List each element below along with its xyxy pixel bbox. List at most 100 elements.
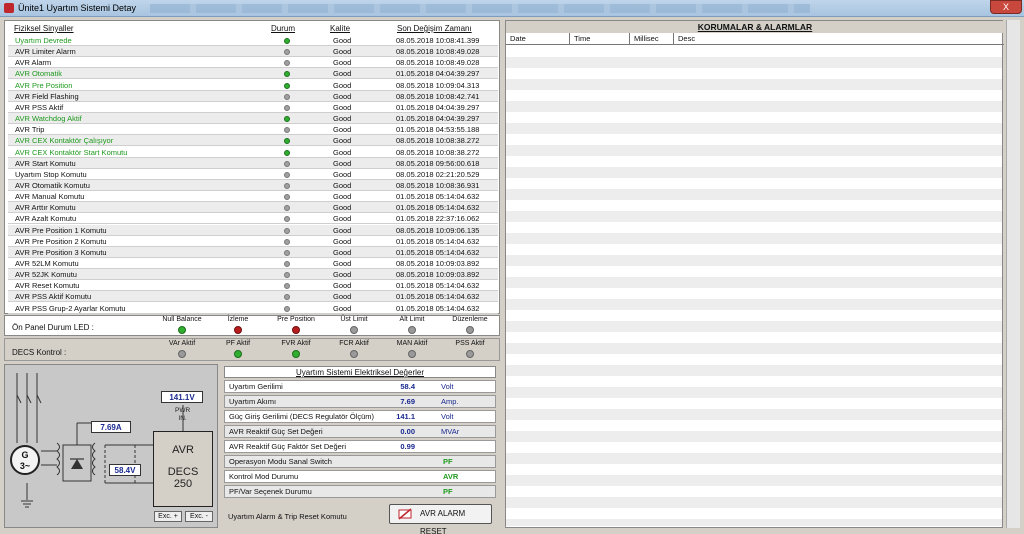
table-row[interactable]: AVR Otomatik Good 01.05.2018 04:04:39.297 bbox=[8, 68, 498, 80]
value-number: 0.99 bbox=[400, 442, 415, 451]
state-led-icon bbox=[284, 205, 290, 212]
signal-time: 08.05.2018 10:08:49.028 bbox=[396, 47, 480, 57]
value-number: 0.00 bbox=[400, 427, 415, 436]
table-row[interactable]: AVR Limiter Alarm Good 08.05.2018 10:08:49… bbox=[8, 46, 498, 58]
value-label: AVR Reaktif Güç Set Değeri bbox=[229, 427, 323, 436]
state-led-icon bbox=[284, 283, 290, 290]
state-led-icon bbox=[284, 194, 290, 201]
signal-time: 08.05.2018 10:08:41.399 bbox=[396, 36, 480, 45]
table-row[interactable]: AVR Pre Position 2 Komutu Good 01.05.2018 … bbox=[8, 236, 498, 247]
alarm-col-desc[interactable]: Desc bbox=[674, 33, 1004, 45]
table-row[interactable]: Uyartım Devrede Good 08.05.2018 10:08:41.3… bbox=[8, 35, 498, 46]
avr-line-2: DECS bbox=[167, 466, 199, 478]
signal-time: 01.05.2018 05:14:04.632 bbox=[396, 281, 480, 291]
value-label: AVR Reaktif Güç Faktör Set Değeri bbox=[229, 442, 346, 451]
table-row[interactable]: AVR Reset Komutu Good 01.05.2018 05:14:04.… bbox=[8, 280, 498, 292]
state-led-icon bbox=[284, 305, 290, 312]
reset-icon bbox=[398, 508, 412, 520]
signal-name: AVR CEX Kontaktör Çalışıyor bbox=[15, 136, 114, 146]
state-led-icon bbox=[284, 116, 290, 123]
close-button[interactable]: X bbox=[990, 0, 1022, 14]
signal-time: 08.05.2018 10:08:38.272 bbox=[396, 136, 480, 146]
signal-name: AVR Reset Komutu bbox=[15, 281, 80, 291]
table-row[interactable]: AVR Pre Position 3 Komutu Good 01.05.2018 … bbox=[8, 246, 498, 258]
exc-minus-button[interactable]: Exc. - bbox=[185, 511, 213, 522]
table-row[interactable]: AVR Manual Komutu Good 01.05.2018 05:14:04… bbox=[8, 191, 498, 203]
generator-phase: 3~ bbox=[19, 461, 31, 471]
electrical-values: Uyartım Sistemi Elektriksel Değerler Uya… bbox=[222, 364, 500, 534]
state-led-icon bbox=[284, 261, 290, 267]
signal-name: AVR Pre Position 1 Komutu bbox=[15, 225, 107, 235]
table-row[interactable]: AVR Otomatik Komutu Good 08.05.2018 10:08:… bbox=[8, 179, 498, 191]
signal-time: 08.05.2018 10:08:36.931 bbox=[396, 180, 480, 190]
table-row[interactable]: AVR PSS Aktif Good 01.05.2018 04:04:39.297 bbox=[8, 102, 498, 113]
alarm-list: KORUMALAR & ALARMLAR Date Time Millisec … bbox=[505, 20, 1004, 528]
value-number: 7.69 bbox=[400, 397, 415, 406]
signal-name: Uyartım Devrede bbox=[15, 36, 72, 45]
alarm-col-date[interactable]: Date bbox=[506, 33, 570, 45]
table-row[interactable]: AVR Azalt Komutu Good 01.05.2018 22:37:16.… bbox=[8, 213, 498, 225]
state-led-icon bbox=[284, 82, 290, 89]
table-row[interactable]: AVR Trip Good 01.05.2018 04:53:55.188 bbox=[8, 124, 498, 136]
table-row[interactable]: AVR Alarm Good 08.05.2018 10:08:49.028 bbox=[8, 57, 498, 69]
value-row: Güç Giriş Gerilimi (DECS Regulatör Ölçüm… bbox=[224, 410, 496, 423]
state-led-icon bbox=[284, 127, 290, 134]
table-row[interactable]: Uyartım Stop Komutu Good 08.05.2018 02:21:… bbox=[8, 169, 498, 180]
state-value: AVR bbox=[443, 472, 459, 481]
signal-name: AVR Pre Position 2 Komutu bbox=[15, 236, 107, 246]
decs-control: DECS Kontrol : VAr Aktif PF Aktif FVR Akti… bbox=[4, 338, 500, 361]
alarm-col-time[interactable]: Time bbox=[570, 33, 630, 45]
signal-quality: Good bbox=[333, 214, 352, 224]
table-row[interactable]: AVR PSS Aktif Komutu Good 01.05.2018 05:14… bbox=[8, 291, 498, 303]
state-label: Kontrol Mod Durumu bbox=[229, 472, 299, 481]
value-number: 141.1 bbox=[396, 412, 415, 421]
avr-alarm-reset-button[interactable]: AVR ALARM RESET bbox=[389, 504, 492, 534]
signal-quality: Good bbox=[333, 203, 352, 213]
table-row[interactable]: AVR Pre Position 1 Komutu Good 08.05.2018 … bbox=[8, 224, 498, 236]
signal-quality: Good bbox=[333, 158, 352, 168]
decs-led-5: PSS Aktif bbox=[435, 340, 505, 360]
window-scrollbar[interactable] bbox=[1006, 20, 1020, 528]
value-label: Uyartım Akımı bbox=[229, 397, 277, 406]
col-header-quality[interactable]: Kalite bbox=[330, 24, 350, 33]
table-row[interactable]: AVR PSS Grup-2 Ayarlar Komutu Good 01.05.2… bbox=[8, 303, 498, 314]
table-row[interactable]: AVR Field Flashing Good 08.05.2018 10:08:4… bbox=[8, 90, 498, 102]
status-led-icon bbox=[350, 326, 358, 334]
signal-time: 08.05.2018 02:21:20.529 bbox=[396, 169, 480, 179]
table-row[interactable]: AVR Arttır Komutu Good 01.05.2018 05:14:04… bbox=[8, 202, 498, 214]
pwr-in-value: 141.1V bbox=[161, 391, 203, 403]
table-row[interactable]: AVR CEX Kontaktör Çalışıyor Good 08.05.201… bbox=[8, 135, 498, 147]
alarm-col-millisec[interactable]: Millisec bbox=[630, 33, 674, 45]
value-row: Uyartım Gerilimi 58.4 Volt bbox=[224, 380, 496, 393]
col-header-state[interactable]: Durum bbox=[271, 24, 295, 33]
signal-quality: Good bbox=[333, 80, 352, 90]
signal-time: 01.05.2018 05:14:04.632 bbox=[396, 303, 480, 313]
status-led-icon bbox=[466, 326, 474, 334]
value-row: Uyartım Akımı 7.69 Amp. bbox=[224, 395, 496, 408]
signal-quality: Good bbox=[333, 180, 352, 190]
table-row[interactable]: AVR Start Komutu Good 08.05.2018 09:56:00.… bbox=[8, 157, 498, 169]
exc-plus-button[interactable]: Exc. + bbox=[154, 511, 182, 522]
col-header-time[interactable]: Son Değişim Zamanı bbox=[397, 24, 472, 33]
table-row[interactable]: AVR Pre Position Good 08.05.2018 10:09:04.… bbox=[8, 80, 498, 91]
signal-time: 01.05.2018 22:37:16.062 bbox=[396, 214, 480, 224]
pwr-in-label: PWR IN. bbox=[175, 407, 190, 423]
table-row[interactable]: AVR 52LM Komutu Good 08.05.2018 10:09:03.8… bbox=[8, 258, 498, 269]
pwr-in-text: IN. bbox=[178, 415, 187, 422]
table-row[interactable]: AVR CEX Kontaktör Start Komutu Good 08.05.… bbox=[8, 147, 498, 158]
state-value: PF bbox=[443, 487, 453, 496]
value-row: AVR Reaktif Güç Set Değeri 0.00 MVAr bbox=[224, 425, 496, 438]
signal-name: AVR PSS Grup-2 Ayarlar Komutu bbox=[15, 303, 126, 313]
table-row[interactable]: AVR 52JK Komutu Good 08.05.2018 10:09:03.8… bbox=[8, 269, 498, 281]
signal-name: AVR Start Komutu bbox=[15, 158, 76, 168]
signal-name: AVR Watchdog Aktif bbox=[15, 114, 82, 124]
signal-quality: Good bbox=[333, 281, 352, 291]
value-label: Güç Giriş Gerilimi (DECS Regulatör Ölçüm… bbox=[229, 412, 375, 421]
signal-quality: Good bbox=[333, 36, 352, 45]
alarm-rows[interactable] bbox=[506, 46, 1002, 526]
value-unit: MVAr bbox=[441, 427, 460, 436]
table-row[interactable]: AVR Watchdog Aktif Good 01.05.2018 04:04:3… bbox=[8, 113, 498, 125]
col-header-name[interactable]: Fiziksel Sinyaller bbox=[14, 24, 74, 33]
signal-quality: Good bbox=[333, 236, 352, 246]
signals-table: Fiziksel Sinyaller Durum Kalite Son Deği… bbox=[4, 20, 500, 314]
